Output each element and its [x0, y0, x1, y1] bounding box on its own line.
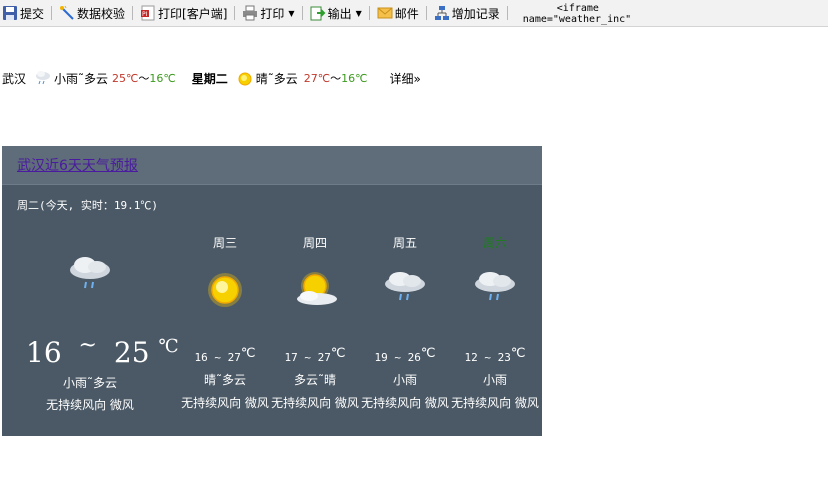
chevron-down-icon[interactable]: ▼ [356, 9, 362, 18]
day-name: 周三 [212, 236, 237, 250]
next-day-name: 星期二 [191, 71, 228, 86]
iframe-code-text: <iframe name="weather_inc" [523, 3, 643, 25]
rain-cloud-icon [34, 70, 52, 86]
day-condition: 多云˜晴 [293, 373, 336, 387]
city-name: 武汉 [2, 71, 27, 86]
day-temp-range: 19 ~ 26 [374, 351, 421, 364]
rain-cloud-icon [381, 268, 429, 310]
forecast-panel: 武汉近6天天气预报 周二(今天, 实时：19.1℃) 16 ~ 25 ℃ 小雨˜… [2, 146, 542, 436]
submit-label: 提交 [20, 6, 45, 21]
temp-tilde: ~ [78, 333, 97, 358]
toolbar-separator [368, 6, 370, 20]
temp-separator: ～ [330, 72, 342, 85]
add-record-icon [434, 5, 450, 21]
today-high-temp: 25 [113, 336, 150, 369]
toolbar-separator [51, 6, 53, 20]
day-name: 周四 [302, 236, 327, 250]
export-button[interactable]: 输出 ▼ [308, 2, 364, 24]
temp-unit: ℃ [420, 346, 436, 361]
print-client-label: 打印[客户端] [158, 6, 228, 21]
forecast-day: 周五 19 ~ 26℃ 小雨 无持续风向 微风 [360, 234, 450, 411]
day-wind: 无持续风向 微风 [271, 396, 359, 410]
save-disk-icon [2, 5, 18, 21]
forecast-title-link[interactable]: 武汉近6天天气预报 [17, 155, 138, 175]
temp-unit: ℃ [240, 346, 256, 361]
wand-icon [59, 5, 75, 21]
day-temp-range: 16 ~ 27 [194, 351, 241, 364]
svg-text:PI: PI [142, 11, 148, 18]
today-wind: 无持续风向 微风 [46, 398, 134, 412]
day-condition: 小雨 [392, 373, 417, 387]
temp-unit: ℃ [158, 336, 179, 357]
temp-separator: ～ [138, 72, 150, 85]
temp-unit: ℃ [330, 346, 346, 361]
print-button[interactable]: 打印 ▼ [240, 2, 296, 24]
today-condition: 小雨˜多云 [54, 71, 109, 86]
partly-cloudy-icon [291, 268, 339, 310]
day-condition: 晴˜多云 [203, 373, 246, 387]
data-validate-label: 数据校验 [77, 6, 126, 21]
add-record-button[interactable]: 增加记录 [432, 2, 502, 24]
day-temp-range: 17 ~ 27 [284, 351, 331, 364]
code-line: name="weather_inc" [522, 14, 632, 25]
detail-link[interactable]: 详细» [390, 70, 421, 87]
data-validate-button[interactable]: 数据校验 [57, 2, 127, 24]
today-condition: 小雨˜多云 [62, 376, 117, 390]
toolbar-separator [234, 6, 236, 20]
temp-unit: ℃ [510, 346, 526, 361]
export-icon [310, 5, 326, 21]
print-client-button[interactable]: PI 打印[客户端] [138, 2, 229, 24]
print-label: 打印 [260, 6, 285, 21]
forecast-day: 周三 16 ~ 27℃ 晴˜多云 无持续风向 微风 [180, 234, 270, 411]
add-record-label: 增加记录 [451, 6, 500, 21]
mail-icon [377, 5, 393, 21]
toolbar-separator [301, 6, 303, 20]
next-high-temp: 27℃ [303, 71, 331, 85]
sun-icon [236, 70, 254, 86]
toolbar-separator [425, 6, 427, 20]
day-temp-range: 12 ~ 23 [464, 351, 511, 364]
forecast-day: 周六 12 ~ 23℃ 小雨 无持续风向 微风 [450, 234, 540, 411]
day-wind: 无持续风向 微风 [181, 396, 269, 410]
day-condition: 小雨 [482, 373, 507, 387]
rain-cloud-icon [66, 254, 114, 296]
day-temp: 17 ~ 27℃ [270, 346, 360, 365]
day-name: 周六 [482, 236, 507, 250]
sun-icon [201, 268, 249, 310]
next-low-temp: 16℃ [341, 71, 368, 85]
toolbar-separator [132, 6, 134, 20]
today-temp-range: 16 ~ 25 ℃ [26, 333, 179, 369]
today-high-temp: 25℃ [112, 71, 139, 85]
today-realtime-line: 周二(今天, 实时：19.1℃) [17, 199, 158, 212]
day-wind: 无持续风向 微风 [361, 396, 449, 410]
submit-button[interactable]: 提交 [0, 2, 46, 24]
rain-cloud-icon [471, 268, 519, 310]
code-line: <iframe [556, 3, 599, 14]
day-temp: 12 ~ 23℃ [450, 346, 540, 365]
export-label: 输出 [327, 6, 352, 21]
today-low-temp: 16℃ [149, 71, 176, 85]
printer-icon [242, 5, 258, 21]
chevron-down-icon[interactable]: ▼ [288, 9, 294, 18]
today-low-temp: 16 [26, 336, 62, 369]
toolbar-separator [506, 6, 508, 20]
day-temp: 19 ~ 26℃ [360, 346, 450, 365]
day-name: 周五 [392, 236, 417, 250]
mail-button[interactable]: 邮件 [375, 2, 421, 24]
next-condition: 晴˜多云 [255, 71, 298, 86]
forecast-header: 武汉近6天天气预报 [2, 146, 542, 185]
day-wind: 无持续风向 微风 [451, 396, 539, 410]
day-temp: 16 ~ 27℃ [180, 346, 270, 365]
mail-label: 邮件 [394, 6, 419, 21]
pdf-print-icon: PI [140, 5, 156, 21]
forecast-day: 周四 17 ~ 27℃ 多云˜晴 无持续风向 微风 [270, 234, 360, 411]
toolbar: 提交 数据校验 PI 打印[客户端] 打印 ▼ 输出 ▼ 邮件 增加记录 <if… [0, 0, 828, 27]
mini-weather: 武汉 小雨˜多云 25℃ ～ 16℃ 星期二 晴˜多云 27℃ ～ 16℃ 详细… [2, 69, 421, 87]
